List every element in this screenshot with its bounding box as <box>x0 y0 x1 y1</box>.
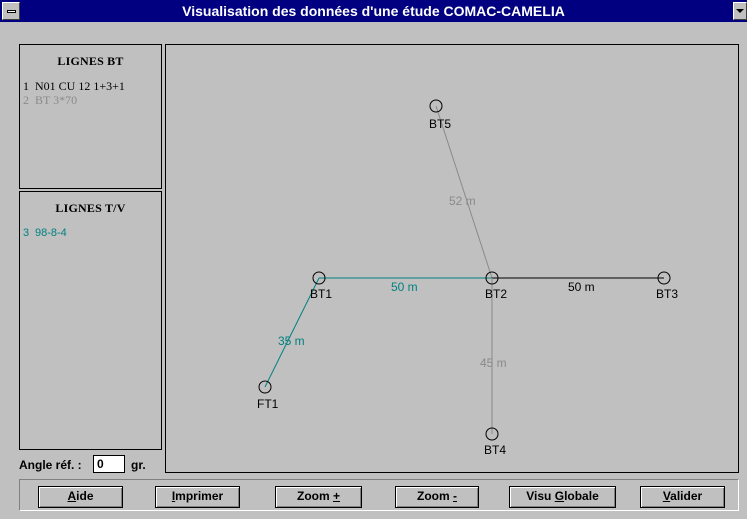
line-label: BT 3*70 <box>35 93 78 107</box>
lignes-bt-panel: LIGNES BT 1 N01 CU 12 1+3+1 2 BT 3*70 <box>19 44 162 189</box>
lignes-tv-panel: LIGNES T/V 3 98-8-4 <box>19 191 162 450</box>
lignes-tv-list: 3 98-8-4 <box>20 226 161 240</box>
node-label-bt3: BT3 <box>656 287 678 301</box>
imprimer-button[interactable]: Imprimer <box>155 486 240 508</box>
angle-input[interactable] <box>93 455 125 473</box>
edge-length-label: 35 m <box>278 334 305 348</box>
network-diagram: 52 m 50 m 50 m 35 m 45 m BT5 BT1 BT2 BT3 FT1 BT4 <box>257 99 678 457</box>
edge-length-label: 50 m <box>391 280 418 294</box>
node-label-bt5: BT5 <box>429 117 451 131</box>
button-bar: Aide Imprimer Zoom + Zoom - Visu Globale… <box>19 479 739 511</box>
edge-length-label: 45 m <box>480 356 507 370</box>
line-label: N01 CU 12 1+3+1 <box>35 79 125 93</box>
aide-rest: ide <box>76 489 94 503</box>
zoom-minus-pre: Zoom <box>417 489 453 503</box>
down-arrow-icon <box>736 9 744 13</box>
node-label-ft1: FT1 <box>257 397 279 411</box>
lignes-bt-item[interactable]: 2 BT 3*70 <box>20 93 161 107</box>
minimize-button[interactable] <box>733 2 747 20</box>
edge-length-label: 50 m <box>568 280 595 294</box>
node-label-bt1: BT1 <box>310 287 332 301</box>
imprimer-rest: mprimer <box>175 489 224 503</box>
node-label-bt2: BT2 <box>485 287 507 301</box>
angle-label: Angle réf. : <box>19 458 82 472</box>
window-title: Visualisation des données d'une étude CO… <box>182 3 565 19</box>
visu-globale-rest: lobale <box>564 489 599 503</box>
line-number: 1 <box>23 79 29 93</box>
line-number: 3 <box>23 227 30 239</box>
zoom-plus-accel: + <box>332 489 340 503</box>
lignes-tv-heading: LIGNES T/V <box>55 201 126 215</box>
visu-globale-pre: Visu <box>526 489 555 503</box>
edge-length-label: 52 m <box>449 194 476 208</box>
lignes-bt-list: 1 N01 CU 12 1+3+1 2 BT 3*70 <box>20 79 161 107</box>
angle-unit: gr. <box>131 458 146 472</box>
aide-button[interactable]: Aide <box>38 486 123 508</box>
line-label: 98-8-4 <box>35 227 67 239</box>
valider-button[interactable]: Valider <box>640 486 725 508</box>
system-menu-icon <box>7 10 16 13</box>
valider-rest: alider <box>670 489 703 503</box>
edge-bt2-bt5 <box>435 105 493 279</box>
system-menu-button[interactable] <box>2 2 20 20</box>
lignes-bt-heading: LIGNES BT <box>57 54 124 68</box>
zoom-minus-button[interactable]: Zoom - <box>395 486 479 508</box>
network-canvas[interactable]: 52 m 50 m 50 m 35 m 45 m BT5 BT1 BT2 BT3 FT1 BT4 <box>165 44 739 473</box>
zoom-plus-pre: Zoom <box>296 489 333 503</box>
lignes-tv-item[interactable]: 3 98-8-4 <box>20 226 161 240</box>
visu-globale-button[interactable]: Visu Globale <box>509 486 616 508</box>
zoom-plus-button[interactable]: Zoom + <box>275 486 362 508</box>
lignes-bt-item[interactable]: 1 N01 CU 12 1+3+1 <box>20 79 161 93</box>
zoom-minus-accel: - <box>453 489 457 503</box>
title-bar: Visualisation des données d'une étude CO… <box>0 0 747 22</box>
aide-accel: A <box>67 489 77 503</box>
node-label-bt4: BT4 <box>484 443 506 457</box>
visu-globale-accel: G <box>554 489 565 503</box>
line-number: 2 <box>23 93 29 107</box>
